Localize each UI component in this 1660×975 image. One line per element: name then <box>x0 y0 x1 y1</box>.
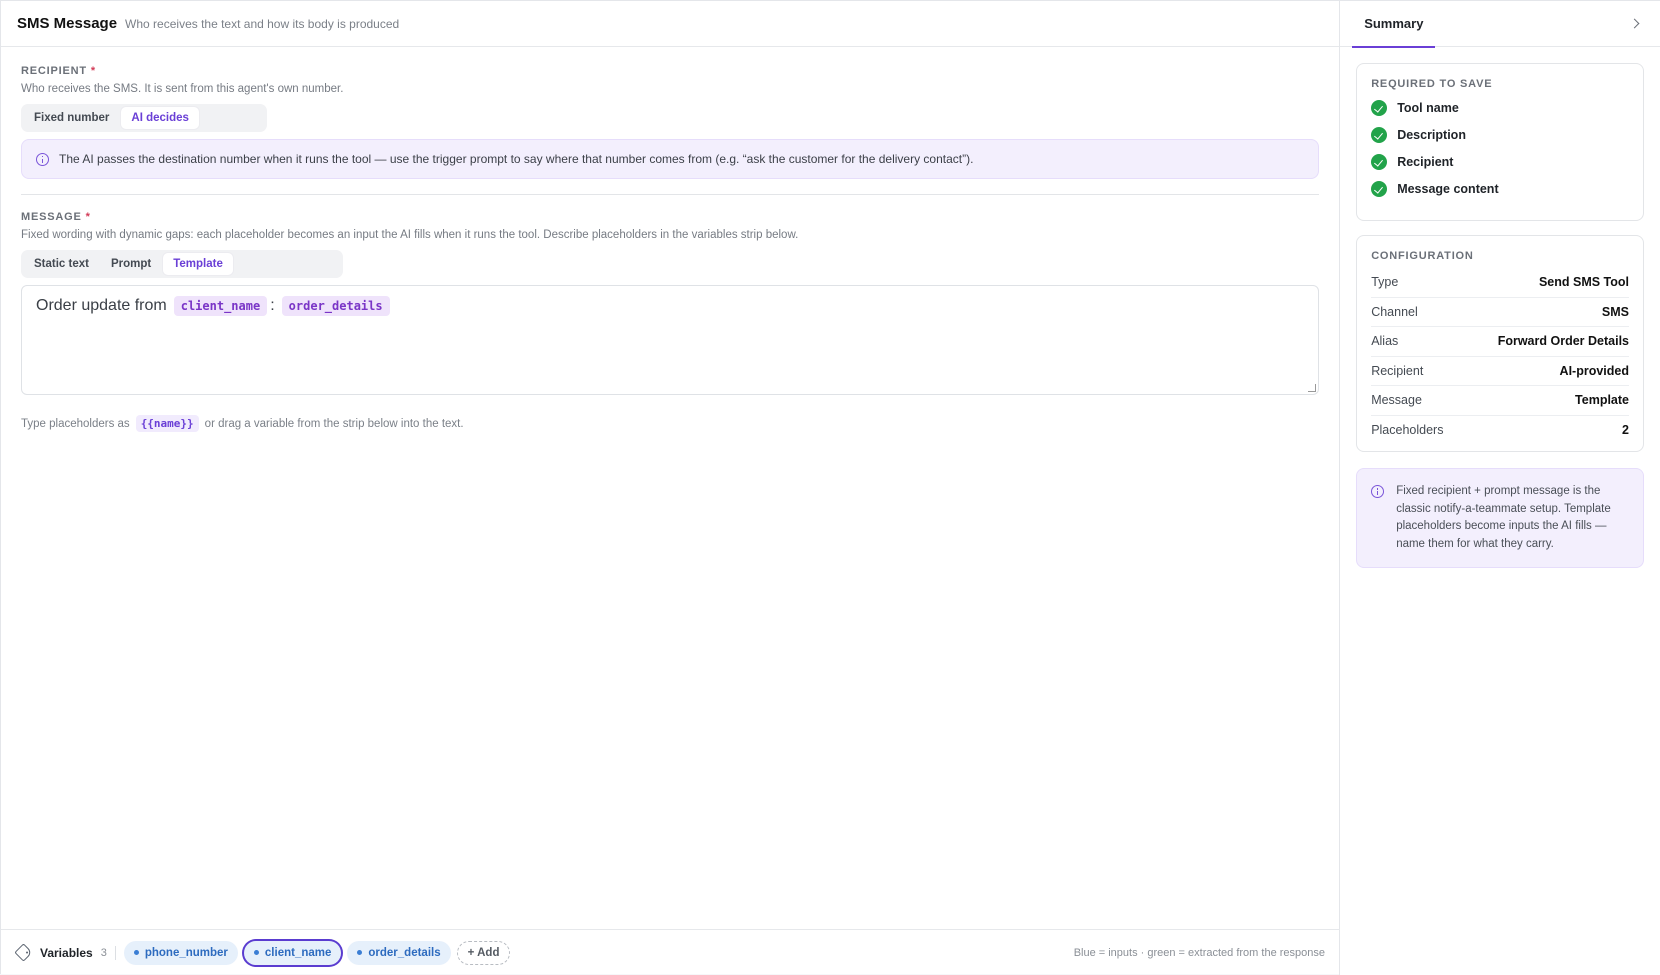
config-row: Channel SMS <box>1371 298 1629 327</box>
add-variable-button[interactable]: + Add <box>456 940 511 965</box>
placeholder-hint: Type placeholders as {{name}} or drag a … <box>21 415 464 432</box>
check-icon <box>1371 100 1388 116</box>
required-item-message-content: Message content <box>1371 181 1629 197</box>
recipient-label: RECIPIENT * <box>21 65 96 77</box>
template-editor[interactable]: Order update from client_name : order_de… <box>21 285 1320 395</box>
recipient-option-fixed-number[interactable]: Fixed number <box>24 107 119 129</box>
required-item-recipient: Recipient <box>1371 154 1629 170</box>
configuration-title: CONFIGURATION <box>1371 250 1474 262</box>
variable-dot <box>253 950 259 955</box>
tab-summary[interactable]: Summary <box>1352 1 1436 48</box>
message-mode-toggle: Static text Prompt Template <box>21 250 343 278</box>
check-icon <box>1371 181 1388 197</box>
config-row: Placeholders 2 <box>1371 423 1629 438</box>
config-row: Type Send SMS Tool <box>1371 268 1629 298</box>
variables-separator <box>114 945 116 960</box>
page-subtitle: Who receives the text and how its body i… <box>125 16 400 31</box>
placeholder-chip-client-name[interactable]: client_name <box>173 296 268 316</box>
required-item-tool-name: Tool name <box>1371 100 1629 116</box>
required-asterisk: * <box>90 65 96 77</box>
main-panel: SMS Message Who receives the text and ho… <box>1 1 1341 975</box>
variable-pill-client-name[interactable]: client_name <box>243 940 342 965</box>
message-description: Fixed wording with dynamic gaps: each pl… <box>21 229 799 241</box>
recipient-section: RECIPIENT * Who receives the SMS. It is s… <box>1 65 1339 179</box>
configuration-card: CONFIGURATION Type Send SMS Tool Channel S… <box>1356 235 1644 452</box>
template-separator: : <box>270 297 275 314</box>
required-card: REQUIRED TO SAVE Tool name Description R… <box>1356 63 1644 221</box>
check-icon <box>1371 127 1388 143</box>
config-row: Alias Forward Order Details <box>1371 327 1629 357</box>
summary-sidebar: Summary REQUIRED TO SAVE Tool name Descr… <box>1340 1 1660 975</box>
required-title: REQUIRED TO SAVE <box>1371 78 1493 90</box>
variable-pill-phone-number[interactable]: phone_number <box>123 940 238 965</box>
config-row: Recipient AI-provided <box>1371 357 1629 386</box>
tag-icon <box>14 943 33 962</box>
recipient-option-ai-decides[interactable]: AI decides <box>121 107 199 129</box>
template-content: Order update from client_name : order_de… <box>36 296 393 316</box>
chevron-right-icon[interactable] <box>1629 18 1640 29</box>
app-window: SMS Message Who receives the text and ho… <box>0 0 1660 975</box>
variables-legend: Blue = inputs · green = extracted from t… <box>1073 946 1325 959</box>
sidebar-header: Summary <box>1340 1 1660 48</box>
message-option-template[interactable]: Template <box>163 253 233 275</box>
config-row: Message Template <box>1371 386 1629 416</box>
message-option-static-text[interactable]: Static text <box>24 253 99 275</box>
recipient-mode-toggle: Fixed number AI decides <box>21 104 267 132</box>
placeholder-syntax: {{name}} <box>135 415 199 432</box>
recipient-description: Who receives the SMS. It is sent from th… <box>21 83 344 95</box>
tip-note: Fixed recipient + prompt message is the … <box>1356 468 1644 568</box>
page-title: SMS Message <box>17 15 118 32</box>
check-icon <box>1371 154 1388 170</box>
variable-dot <box>133 950 139 955</box>
recipient-info-text: The AI passes the destination number whe… <box>59 152 974 166</box>
variable-pill-order-details[interactable]: order_details <box>347 940 451 965</box>
variables-title: Variables <box>40 945 93 960</box>
panel-header: SMS Message Who receives the text and ho… <box>1 1 1340 47</box>
resize-handle[interactable] <box>1308 384 1317 392</box>
tip-text: Fixed recipient + prompt message is the … <box>1396 485 1611 550</box>
variables-strip: Variables 3 phone_number client_name ord… <box>1 929 1341 975</box>
recipient-info-box: The AI passes the destination number whe… <box>21 139 1320 179</box>
required-item-description: Description <box>1371 127 1629 143</box>
placeholder-chip-order-details[interactable]: order_details <box>281 296 390 316</box>
required-asterisk: * <box>85 211 91 223</box>
info-icon <box>36 152 49 166</box>
section-divider <box>21 194 1320 195</box>
message-section: MESSAGE * Fixed wording with dynamic gaps… <box>1 211 1339 432</box>
variable-dot <box>357 950 363 955</box>
message-label: MESSAGE * <box>21 211 91 223</box>
message-option-prompt[interactable]: Prompt <box>101 253 161 275</box>
template-text: Order update from <box>36 297 167 314</box>
info-icon <box>1371 485 1385 498</box>
variables-count: 3 <box>100 946 107 959</box>
